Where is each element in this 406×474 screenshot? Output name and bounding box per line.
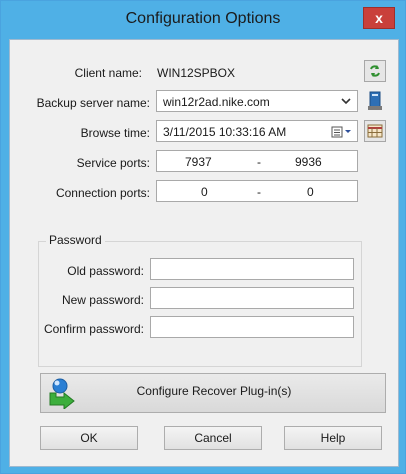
- ok-button[interactable]: OK: [40, 426, 138, 450]
- dialog-title: Configuration Options: [125, 10, 281, 27]
- browse-time-value: 3/11/2015 10:33:16 AM: [163, 125, 287, 139]
- configuration-dialog: Configuration Options x Client name: WIN…: [0, 0, 406, 474]
- configure-recover-plugins-label: Configure Recover Plug-in(s): [136, 384, 292, 398]
- browse-time-picker[interactable]: 3/11/2015 10:33:16 AM: [156, 120, 358, 142]
- help-button[interactable]: Help: [284, 426, 382, 450]
- backup-server-label: Backup server name:: [36, 96, 150, 110]
- service-ports-separator: -: [257, 155, 261, 169]
- browse-time-label: Browse time:: [80, 126, 150, 140]
- title-bar[interactable]: Configuration Options x: [1, 1, 405, 39]
- confirm-password-label: Confirm password:: [43, 322, 144, 336]
- backup-server-select[interactable]: win12r2ad.nike.com: [156, 90, 358, 112]
- calendar-icon: [331, 126, 351, 138]
- refresh-button[interactable]: [364, 60, 386, 82]
- client-name-label: Client name:: [74, 66, 142, 80]
- close-button[interactable]: x: [363, 7, 395, 29]
- chevron-down-icon: [341, 98, 351, 105]
- service-ports-to: 9936: [295, 155, 322, 169]
- cancel-button[interactable]: Cancel: [164, 426, 262, 450]
- old-password-label: Old password:: [67, 264, 144, 278]
- client-name-value: WIN12SPBOX: [157, 66, 236, 80]
- old-password-input[interactable]: [150, 258, 354, 280]
- connection-ports-field[interactable]: 0 - 0: [156, 180, 358, 202]
- password-group-title: Password: [46, 233, 105, 247]
- calendar-button[interactable]: [364, 120, 386, 142]
- backup-server-value: win12r2ad.nike.com: [163, 95, 270, 109]
- server-lookup-button[interactable]: [364, 90, 386, 112]
- dialog-body: Client name: WIN12SPBOX Backup server na…: [9, 39, 399, 467]
- connection-ports-label: Connection ports:: [55, 186, 150, 200]
- service-ports-field[interactable]: 7937 - 9936: [156, 150, 358, 172]
- refresh-icon: [370, 65, 380, 77]
- service-ports-from: 7937: [185, 155, 212, 169]
- new-password-label: New password:: [61, 293, 144, 307]
- connection-ports-from: 0: [201, 185, 208, 199]
- confirm-password-input[interactable]: [150, 316, 354, 338]
- grid-calendar-icon: [367, 124, 383, 138]
- configure-recover-plugins-button[interactable]: Configure Recover Plug-in(s): [40, 373, 386, 413]
- new-password-input[interactable]: [150, 287, 354, 309]
- server-book-icon: [368, 91, 382, 110]
- close-icon: x: [375, 10, 383, 26]
- connection-ports-to: 0: [307, 185, 314, 199]
- service-ports-label: Service ports:: [76, 156, 150, 170]
- connection-ports-separator: -: [257, 185, 261, 199]
